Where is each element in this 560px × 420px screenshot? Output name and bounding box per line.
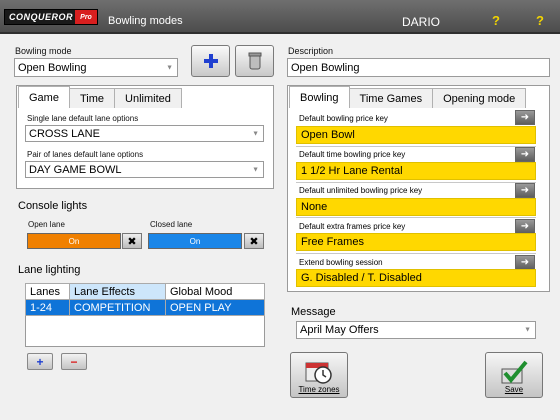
column-header-global-mood[interactable]: Global Mood [165,283,265,300]
divider [296,217,536,218]
add-mode-button[interactable] [191,45,230,77]
unlimited-price-key-label: Default unlimited bowling price key [299,186,423,195]
single-lane-options-label: Single lane default lane options [27,114,139,123]
clear-icon: ✖ [127,235,137,248]
global-mood-cell[interactable]: OPEN PLAY [165,299,265,316]
divider [296,146,536,147]
lane-effects-cell[interactable]: COMPETITION [69,299,166,316]
trash-icon [248,52,261,70]
closed-lane-clear-button[interactable]: ✖ [244,233,264,249]
extend-session-button[interactable]: ➜ [515,255,535,270]
extend-session-value: G. Disabled / T. Disabled [296,269,536,287]
lanes-cell[interactable]: 1-24 [25,299,70,316]
tab-time-games[interactable]: Time Games [348,88,434,108]
unlimited-price-key-value: None [296,198,536,216]
bowling-mode-label: Bowling mode [15,46,72,56]
chevron-down-icon: ▼ [252,166,259,173]
extra-frames-price-key-button[interactable]: ➜ [515,219,535,234]
arrow-right-icon: ➜ [520,221,530,232]
bowling-mode-value: Open Bowling [18,61,87,74]
description-label: Description [288,46,334,56]
closed-lane-light-value: On [189,236,201,246]
table-header-row: Lanes Lane Effects Global Mood [25,283,265,300]
time-zones-label: Time zones [298,385,340,394]
pair-lane-options-value: DAY GAME BOWL [29,163,122,176]
extra-frames-price-key-label: Default extra frames price key [299,222,406,231]
tab-unlimited[interactable]: Unlimited [114,88,182,108]
bowling-price-key-label: Default bowling price key [299,114,388,123]
right-tab-strip: Bowling Time Games Opening mode [289,86,527,108]
context-help-label: ? [492,12,500,28]
help-icon[interactable]: ? [531,11,549,29]
single-lane-options-value: CROSS LANE [29,127,100,140]
arrow-right-icon: ➜ [520,149,530,160]
pair-lane-options-label: Pair of lanes default lane options [27,150,144,159]
bowling-price-key-value: Open Bowl [296,126,536,144]
divider [296,182,536,183]
app-logo: CONQUEROR Pro [4,9,98,25]
save-check-icon [501,360,528,384]
description-field[interactable]: Open Bowling [287,58,550,77]
delete-mode-button[interactable] [235,45,274,77]
single-lane-options-select[interactable]: CROSS LANE ▼ [25,125,264,142]
message-select[interactable]: April May Offers ▼ [296,321,536,339]
tab-time[interactable]: Time [68,88,116,108]
closed-lane-label: Closed lane [150,220,193,229]
column-header-lane-effects[interactable]: Lane Effects [69,283,166,300]
arrow-right-icon: ➜ [520,112,530,123]
open-lane-light-value: On [68,236,80,246]
logo-text: CONQUEROR [9,12,74,22]
help-label: ? [536,12,544,28]
lane-lighting-title: Lane lighting [18,264,81,276]
bowling-price-key-button[interactable]: ➜ [515,110,535,125]
tab-opening-mode[interactable]: Opening mode [432,88,527,108]
logo-badge: Pro [75,10,97,24]
console-lights-title: Console lights [18,200,88,212]
save-button[interactable]: Save [485,352,543,398]
description-value: Open Bowling [291,61,360,74]
column-header-lanes[interactable]: Lanes [25,283,70,300]
plus-icon: + [36,354,44,369]
time-price-key-label: Default time bowling price key [299,150,406,159]
extend-session-label: Extend bowling session [299,258,383,267]
open-lane-clear-button[interactable]: ✖ [122,233,142,249]
extra-frames-price-key-value: Free Frames [296,233,536,251]
divider [296,253,536,254]
chevron-down-icon: ▼ [166,64,173,71]
current-user: DARIO [402,15,441,29]
open-lane-light-toggle[interactable]: On [27,233,121,249]
minus-icon: − [70,354,78,369]
tab-game[interactable]: Game [18,86,70,108]
chevron-down-icon: ▼ [524,326,531,334]
table-row[interactable]: 1-24 COMPETITION OPEN PLAY [25,299,265,316]
add-lighting-button[interactable]: + [27,353,53,370]
unlimited-price-key-button[interactable]: ➜ [515,183,535,198]
add-icon [203,54,218,68]
time-price-key-button[interactable]: ➜ [515,147,535,162]
clear-icon: ✖ [249,235,259,248]
arrow-right-icon: ➜ [520,185,530,196]
closed-lane-light-toggle[interactable]: On [148,233,242,249]
lane-lighting-table: Lanes Lane Effects Global Mood 1-24 COMP… [25,283,265,316]
pair-lane-options-select[interactable]: DAY GAME BOWL ▼ [25,161,264,178]
remove-lighting-button[interactable]: − [61,353,87,370]
message-title: Message [291,306,336,318]
context-help-icon[interactable]: ? [487,11,505,29]
open-lane-label: Open lane [28,220,65,229]
chevron-down-icon: ▼ [252,130,259,137]
save-label: Save [504,385,524,394]
tab-bowling[interactable]: Bowling [289,86,350,108]
arrow-right-icon: ➜ [520,257,530,268]
bowling-mode-select[interactable]: Open Bowling ▼ [14,58,178,77]
clock-calendar-icon [305,362,332,384]
time-price-key-value: 1 1/2 Hr Lane Rental [296,162,536,180]
window-title: Bowling modes [108,15,183,27]
title-bar: CONQUEROR Pro Bowling modes DARIO ? ? [0,0,560,34]
time-zones-button[interactable]: Time zones [290,352,348,398]
left-tab-strip: Game Time Unlimited [18,86,182,108]
message-value: April May Offers [300,324,379,336]
